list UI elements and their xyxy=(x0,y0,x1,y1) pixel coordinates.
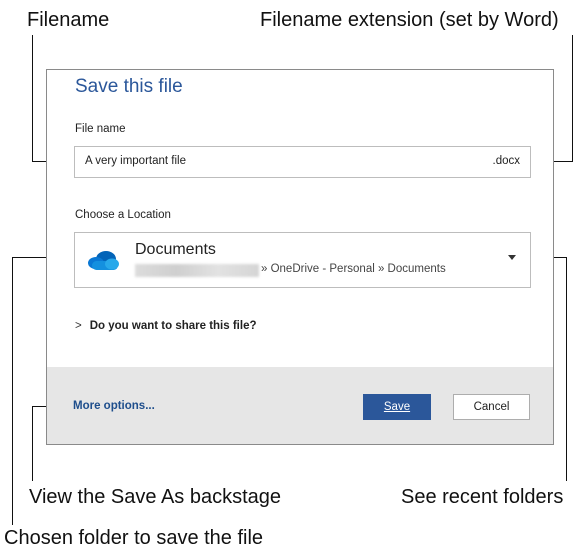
callout-filename: Filename xyxy=(27,9,110,31)
share-toggle[interactable]: > Do you want to share this file? xyxy=(75,320,257,332)
leader-extension-v xyxy=(572,35,573,162)
dialog-title: Save this file xyxy=(75,76,183,97)
leader-filename-v xyxy=(32,35,33,162)
share-prompt: Do you want to share this file? xyxy=(89,320,257,332)
callout-extension: Filename extension (set by Word) xyxy=(260,9,559,31)
chevron-right-icon: > xyxy=(75,320,82,332)
location-label: Choose a Location xyxy=(75,209,171,221)
save-dialog: Save this file File name A very importan… xyxy=(46,69,554,445)
cancel-button[interactable]: Cancel xyxy=(453,394,530,420)
location-selector[interactable]: Documents » OneDrive - Personal » Docume… xyxy=(74,232,531,288)
callout-chosen-folder: Chosen folder to save the file xyxy=(4,527,264,549)
chevron-down-icon[interactable] xyxy=(508,255,516,260)
file-name-label: File name xyxy=(75,123,126,135)
file-name-field[interactable]: A very important file .docx xyxy=(74,146,531,178)
onedrive-cloud-icon xyxy=(88,251,119,270)
blurred-account-name xyxy=(135,264,259,277)
save-button-label: Save xyxy=(383,401,411,413)
callout-recent-folders: See recent folders xyxy=(401,486,564,508)
dialog-footer: More options... Save Cancel xyxy=(47,367,553,444)
location-name: Documents xyxy=(135,241,216,258)
leader-folder-v xyxy=(12,257,13,525)
save-button[interactable]: Save xyxy=(363,394,431,420)
location-path: » OneDrive - Personal » Documents xyxy=(261,263,446,275)
file-extension: .docx xyxy=(492,155,521,167)
file-name-value[interactable]: A very important file xyxy=(85,155,186,167)
callout-backstage: View the Save As backstage xyxy=(29,486,282,508)
leader-recent-v xyxy=(566,257,567,481)
more-options-link[interactable]: More options... xyxy=(73,400,155,412)
leader-backstage-v xyxy=(32,406,33,481)
